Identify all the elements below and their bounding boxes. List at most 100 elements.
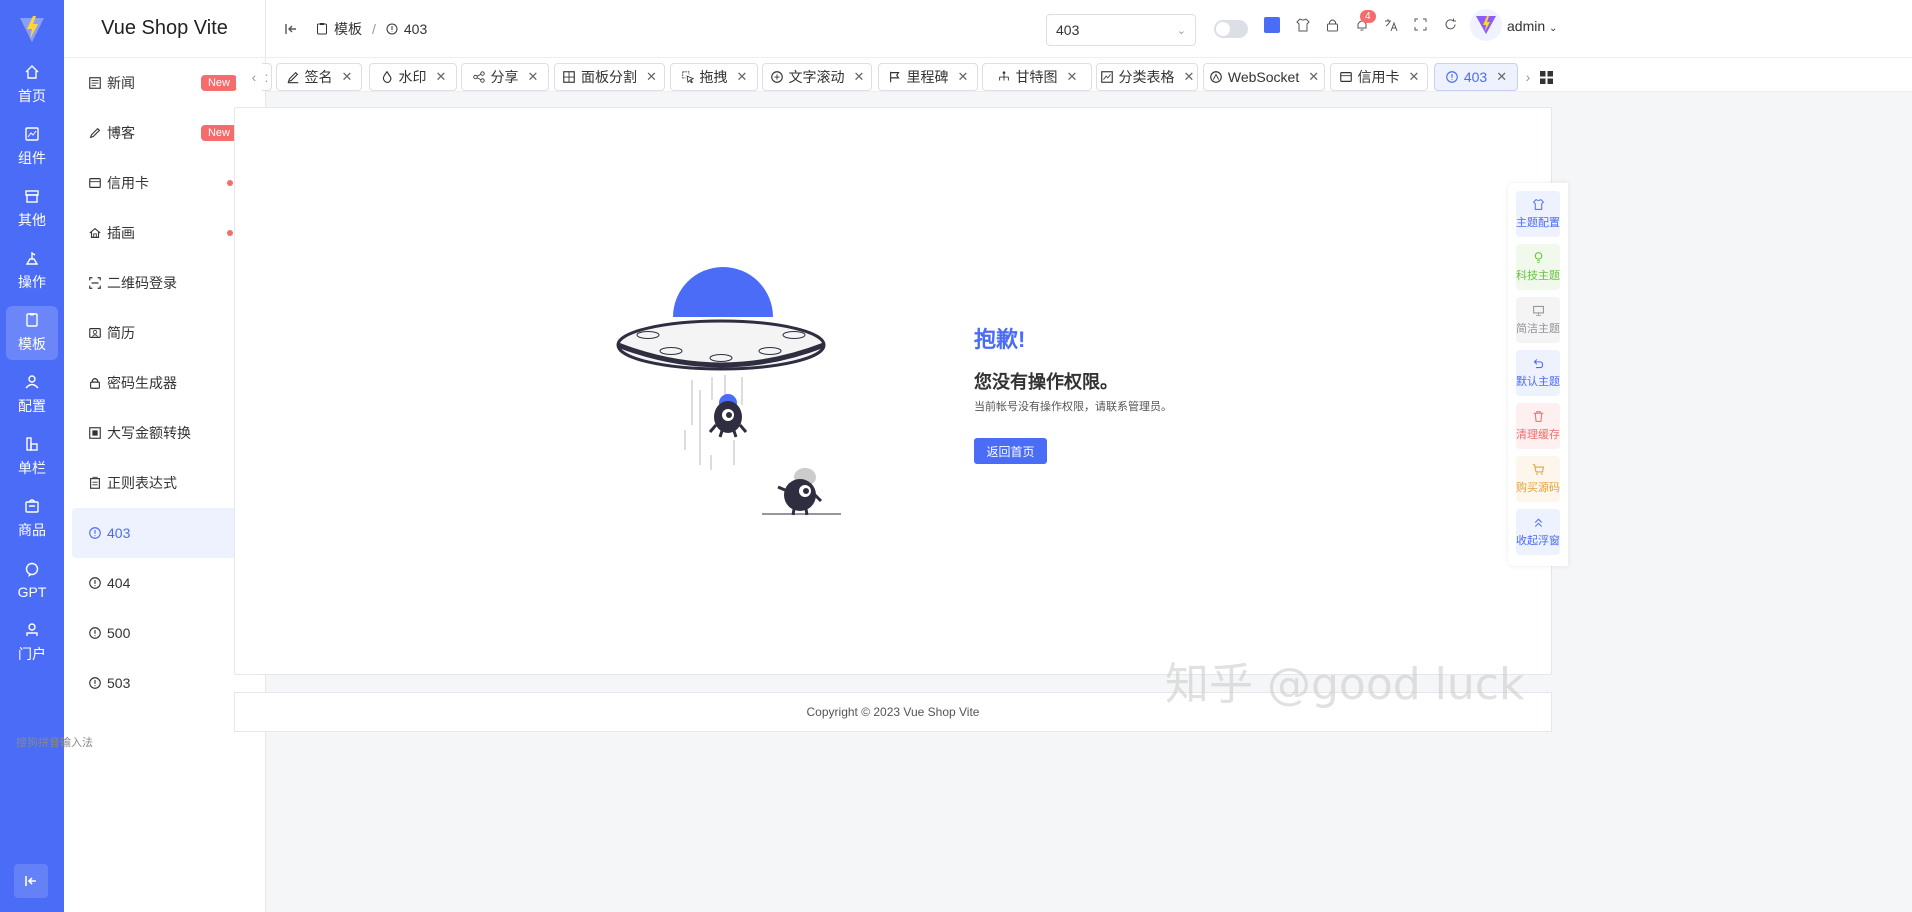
rail-item-1[interactable]: 组件 — [6, 120, 58, 174]
breadcrumb: 模板 / 403 — [316, 19, 427, 39]
close-icon[interactable]: ✕ — [342, 69, 353, 85]
qrcode-scan-icon — [88, 276, 102, 290]
rail-item-2[interactable]: 其他 — [6, 182, 58, 236]
rail-item-3[interactable]: 操作 — [6, 244, 58, 298]
rail-item-label: GPT — [17, 584, 47, 600]
submenu-item-9[interactable]: 403 — [72, 508, 257, 558]
tab-7[interactable]: 甘特图 ✕ — [982, 63, 1092, 91]
close-icon[interactable]: ✕ — [1184, 69, 1195, 85]
tab-0[interactable]: 签名 ✕ — [276, 63, 362, 91]
house-icon — [88, 226, 102, 240]
tab-4[interactable]: 拖拽 ✕ — [670, 63, 758, 91]
rail-item-4[interactable]: 模板 — [6, 306, 58, 360]
float-item-3[interactable]: 默认主题 — [1516, 350, 1560, 396]
menu-search-select[interactable]: 403 ⌄ — [1046, 14, 1196, 46]
avatar[interactable] — [1470, 9, 1502, 41]
tab-10[interactable]: 信用卡 ✕ — [1330, 63, 1428, 91]
rail-item-label: 商品 — [18, 522, 46, 538]
goods-icon — [24, 498, 40, 520]
float-item-5[interactable]: 购买源码 — [1516, 456, 1560, 502]
error-subtitle: 您没有操作权限。 — [974, 372, 1118, 392]
translate-icon[interactable] — [1384, 18, 1398, 32]
submenu-item-7[interactable]: 大写金额转换 — [72, 408, 257, 458]
float-item-6[interactable]: 收起浮窗 — [1516, 509, 1560, 555]
user-menu[interactable]: admin ⌄ — [1507, 18, 1557, 34]
milestone-icon — [888, 70, 902, 84]
close-icon[interactable]: ✕ — [436, 69, 447, 85]
close-icon[interactable]: ✕ — [737, 69, 748, 85]
tab-2[interactable]: 分享 ✕ — [461, 63, 549, 91]
close-icon[interactable]: ✕ — [854, 69, 865, 85]
submenu-item-11[interactable]: 500 — [72, 608, 257, 658]
tab-11[interactable]: 403 ✕ — [1434, 63, 1518, 91]
float-item-4[interactable]: 清理缓存 — [1516, 403, 1560, 449]
submenu-item-10[interactable]: 404 — [72, 558, 257, 608]
tabs-menu-button[interactable] — [1536, 63, 1556, 91]
tab-5[interactable]: 文字滚动 ✕ — [762, 63, 872, 91]
error-card — [234, 107, 1552, 675]
fullscreen-icon[interactable] — [1414, 18, 1427, 31]
rail-item-7[interactable]: 商品 — [6, 492, 58, 546]
submenu-item-12[interactable]: 503 — [72, 658, 257, 708]
close-icon[interactable]: ✕ — [528, 69, 539, 85]
breadcrumb-item-current: 403 — [403, 20, 428, 37]
tab-9[interactable]: WebSocket ✕ — [1203, 63, 1325, 91]
tab-6[interactable]: 里程碑 ✕ — [878, 63, 978, 91]
rail-item-5[interactable]: 配置 — [6, 368, 58, 422]
back-home-button[interactable]: 返回首页 — [974, 438, 1047, 464]
submenu-item-label: 403 — [107, 525, 131, 541]
droplet-icon — [380, 70, 394, 84]
submenu-item-label: 大写金额转换 — [107, 425, 191, 441]
close-icon[interactable]: ✕ — [958, 69, 969, 85]
submenu-item-1[interactable]: 博客 New — [72, 108, 257, 158]
float-item-label: 收起浮窗 — [1516, 535, 1560, 547]
lock-icon[interactable] — [1326, 18, 1339, 32]
tab-partial[interactable]: : — [262, 63, 272, 91]
collapse-sidebar-button[interactable] — [14, 864, 48, 898]
brand-title: Vue Shop Vite — [64, 0, 265, 58]
tab-8[interactable]: 分类表格 ✕ — [1096, 63, 1198, 91]
float-item-2[interactable]: 简洁主题 — [1516, 297, 1560, 343]
submenu-item-6[interactable]: 密码生成器 — [72, 358, 257, 408]
close-icon[interactable]: ✕ — [646, 69, 657, 85]
close-icon[interactable]: ✕ — [1067, 69, 1078, 85]
tab-label: 签名 — [304, 69, 333, 85]
tabs-scroll-right-button[interactable]: › — [1518, 63, 1538, 91]
share-icon — [472, 70, 486, 84]
breadcrumb-item-template[interactable]: 模板 — [334, 19, 362, 39]
submenu-item-4[interactable]: 二维码登录 — [72, 258, 257, 308]
submenu-item-label: 500 — [107, 625, 131, 641]
float-item-label: 主题配置 — [1516, 217, 1560, 229]
shirt-icon — [1532, 198, 1545, 214]
submenu-item-8[interactable]: 正则表达式 — [72, 458, 257, 508]
vite-logo-icon[interactable] — [0, 0, 64, 58]
money-icon — [88, 426, 102, 440]
theme-color-picker[interactable] — [1264, 17, 1280, 33]
tab-3[interactable]: 面板分割 ✕ — [554, 63, 665, 91]
operate-icon — [24, 250, 40, 272]
fold-menu-button[interactable] — [284, 22, 304, 36]
tab-partial-label: : — [264, 69, 269, 85]
news-icon — [88, 76, 102, 90]
submenu-item-3[interactable]: 插画 — [72, 208, 257, 258]
float-item-0[interactable]: 主题配置 — [1516, 191, 1560, 237]
rail-item-8[interactable]: GPT — [6, 554, 58, 608]
tab-1[interactable]: 水印 ✕ — [369, 63, 457, 91]
rail-item-label: 门户 — [18, 646, 46, 662]
close-icon[interactable]: ✕ — [1308, 69, 1319, 85]
rail-item-9[interactable]: 门户 — [6, 616, 58, 670]
submenu-item-2[interactable]: 信用卡 — [72, 158, 257, 208]
rail-item-6[interactable]: 单栏 — [6, 430, 58, 484]
rail-item-label: 模板 — [18, 336, 46, 352]
float-panel: 主题配置科技主题简洁主题默认主题清理缓存购买源码收起浮窗 — [1508, 183, 1568, 566]
shirt-icon[interactable] — [1296, 18, 1310, 32]
rail-item-0[interactable]: 首页 — [6, 58, 58, 112]
close-icon[interactable]: ✕ — [1409, 69, 1420, 85]
submenu-item-5[interactable]: 简历 — [72, 308, 257, 358]
close-icon[interactable]: ✕ — [1496, 69, 1507, 85]
dark-mode-toggle[interactable] — [1214, 20, 1248, 38]
chevrons-up-icon — [1532, 516, 1545, 532]
refresh-icon[interactable] — [1444, 18, 1457, 31]
float-item-1[interactable]: 科技主题 — [1516, 244, 1560, 290]
submenu-item-0[interactable]: 新闻 New — [72, 58, 257, 108]
